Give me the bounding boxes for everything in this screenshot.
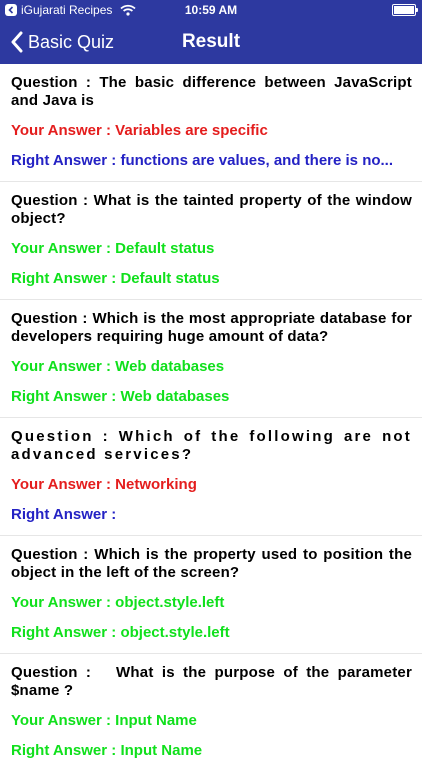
status-bar: iGujarati Recipes 10:59 AM (0, 0, 422, 20)
status-time: 10:59 AM (184, 3, 238, 17)
navigation-bar: Basic Quiz Result (0, 20, 422, 64)
question-text: Question : What is the purpose of the pa… (11, 664, 417, 699)
your-answer: Your Answer : Networking (11, 476, 197, 493)
result-item: Question : Which is the property used to… (0, 536, 422, 654)
result-item: Question : What is the tainted property … (0, 182, 422, 300)
result-item: Question : The basic difference between … (0, 64, 422, 182)
right-answer: Right Answer : Input Name (11, 742, 203, 759)
question-text: Question : Which of the following are no… (11, 428, 412, 463)
your-answer: Your Answer : Default status (11, 240, 215, 257)
result-item: Question : What is the purpose of the pa… (0, 654, 422, 771)
result-item: Question : Which is the most appropriate… (0, 300, 422, 418)
right-answer: Right Answer : Default status (11, 270, 220, 287)
question-text: Question : Which is the property used to… (11, 546, 412, 581)
right-answer: Right Answer : object.style.left (11, 624, 230, 641)
right-answer: Right Answer : (11, 506, 117, 523)
question-text: Question : What is the tainted property … (11, 192, 412, 227)
battery-icon (392, 4, 418, 16)
your-answer: Your Answer : Web databases (11, 358, 225, 375)
your-answer: Your Answer : Input Name (11, 712, 197, 729)
right-answer: Right Answer : Web databases (11, 388, 230, 405)
right-answer: Right Answer : functions are values, and… (11, 152, 394, 169)
question-text: Question : The basic difference between … (11, 74, 412, 109)
your-answer: Your Answer : object.style.left (11, 594, 225, 611)
question-text: Question : Which is the most appropriate… (11, 310, 412, 345)
result-list[interactable]: Question : The basic difference between … (0, 64, 422, 771)
your-answer: Your Answer : Variables are specific (11, 122, 268, 139)
page-title: Result (181, 31, 241, 52)
result-item: Question : Which of the following are no… (0, 418, 422, 536)
app-header: iGujarati Recipes 10:59 AM Basic Quiz Re… (0, 0, 422, 64)
